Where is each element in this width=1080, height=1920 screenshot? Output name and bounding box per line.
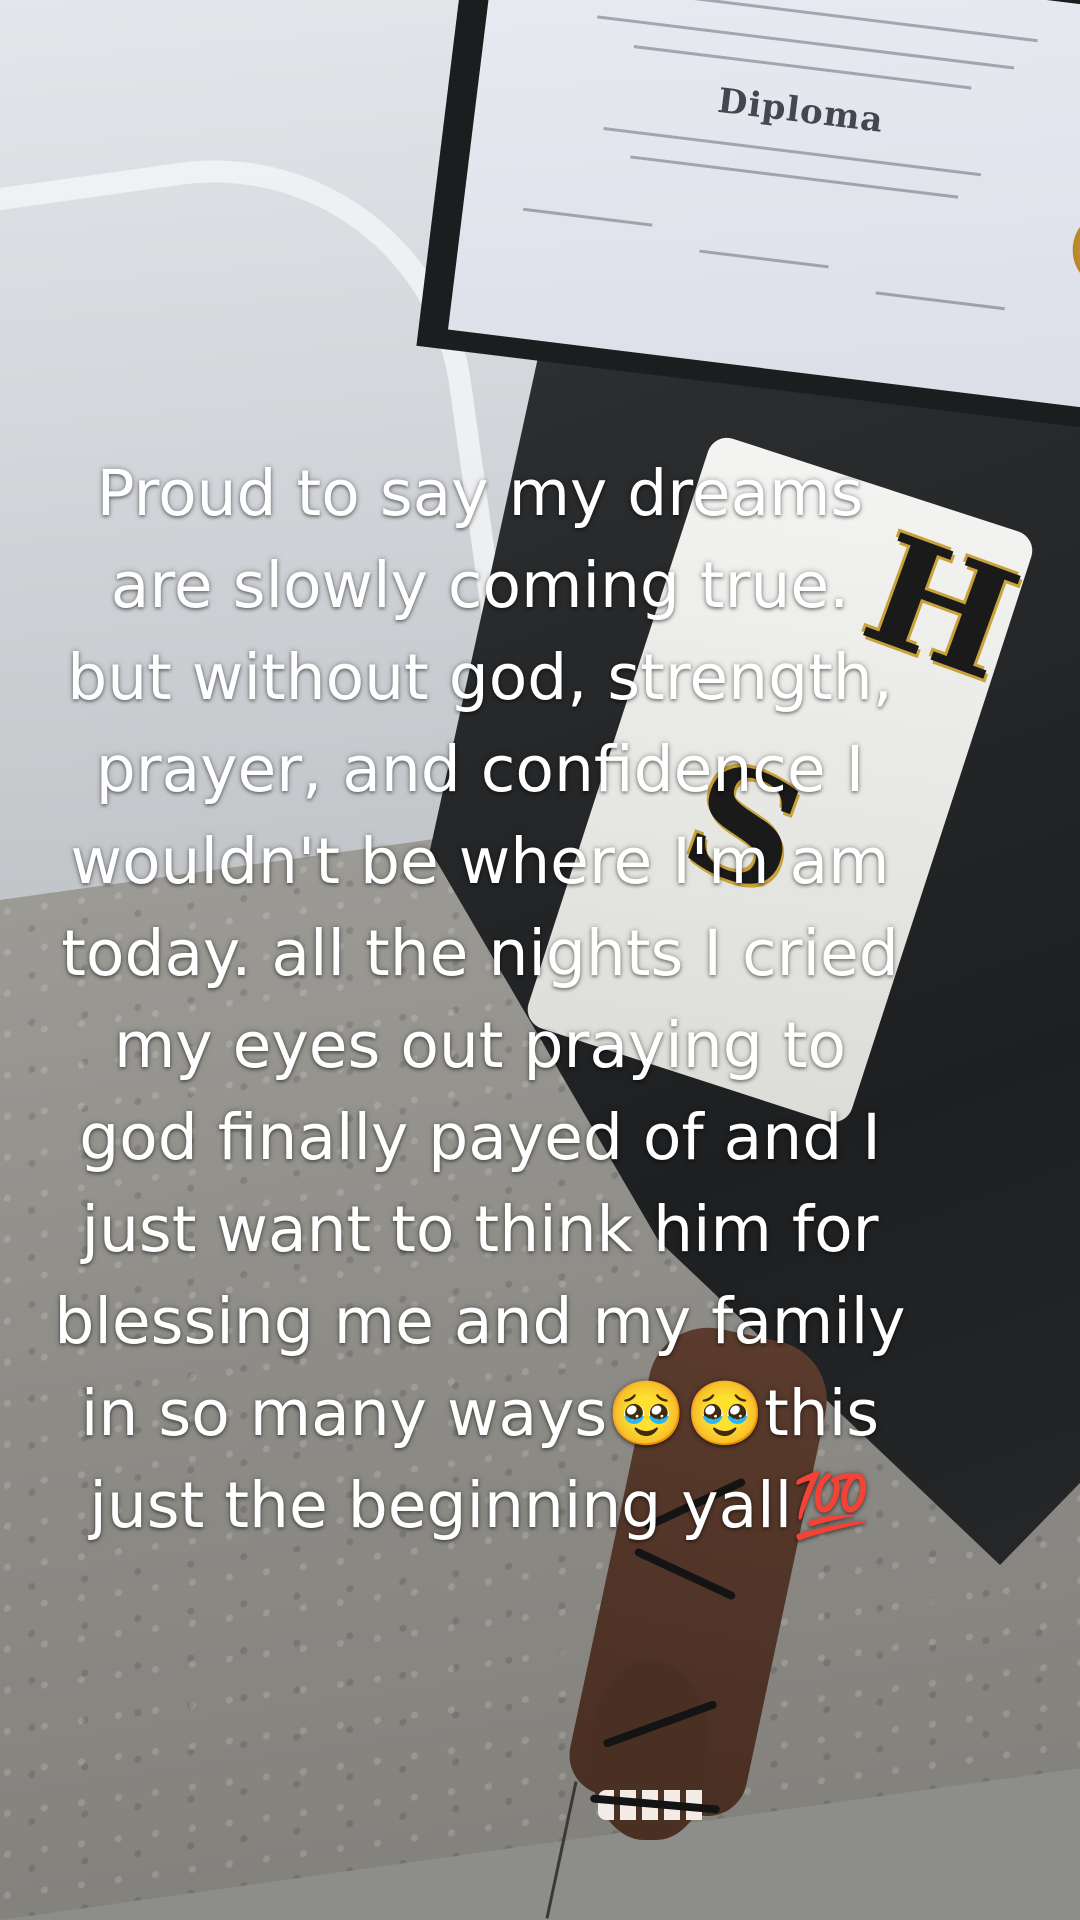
diploma-text-line [633,45,972,90]
diploma-text-line [603,126,982,177]
caption-line: but without god, strength, [67,641,893,714]
diploma-title: Diploma [715,80,886,141]
photo-background: H S Diploma Proud to say my dreams are s… [0,0,1080,1920]
caption-overlay: Proud to say my dreams are slowly coming… [20,448,940,1552]
caption-line: god finally payed of and I [79,1101,881,1174]
diploma-text-line [597,15,1015,70]
caption-line: just want to think him for [81,1193,879,1266]
caption-line: today. all the nights I cried [61,917,899,990]
caption-line: are slowly coming true. [110,549,850,622]
signature-line [699,249,829,269]
caption-line: blessing me and my family [54,1285,906,1358]
caption-line: wouldn't be where I'm am [70,825,890,898]
caption-line: Proud to say my dreams [96,457,864,530]
signature-line [875,291,1005,311]
caption-line: my eyes out praying to [113,1009,846,1082]
caption-line: prayer, and confidence I [95,733,865,806]
diploma-seal [1068,205,1080,295]
caption-line: just the beginning yall💯 [89,1469,871,1542]
diploma-text-line [630,155,959,199]
caption-line: in so many ways🥹🥹this [80,1377,880,1450]
signature-line [523,207,653,227]
